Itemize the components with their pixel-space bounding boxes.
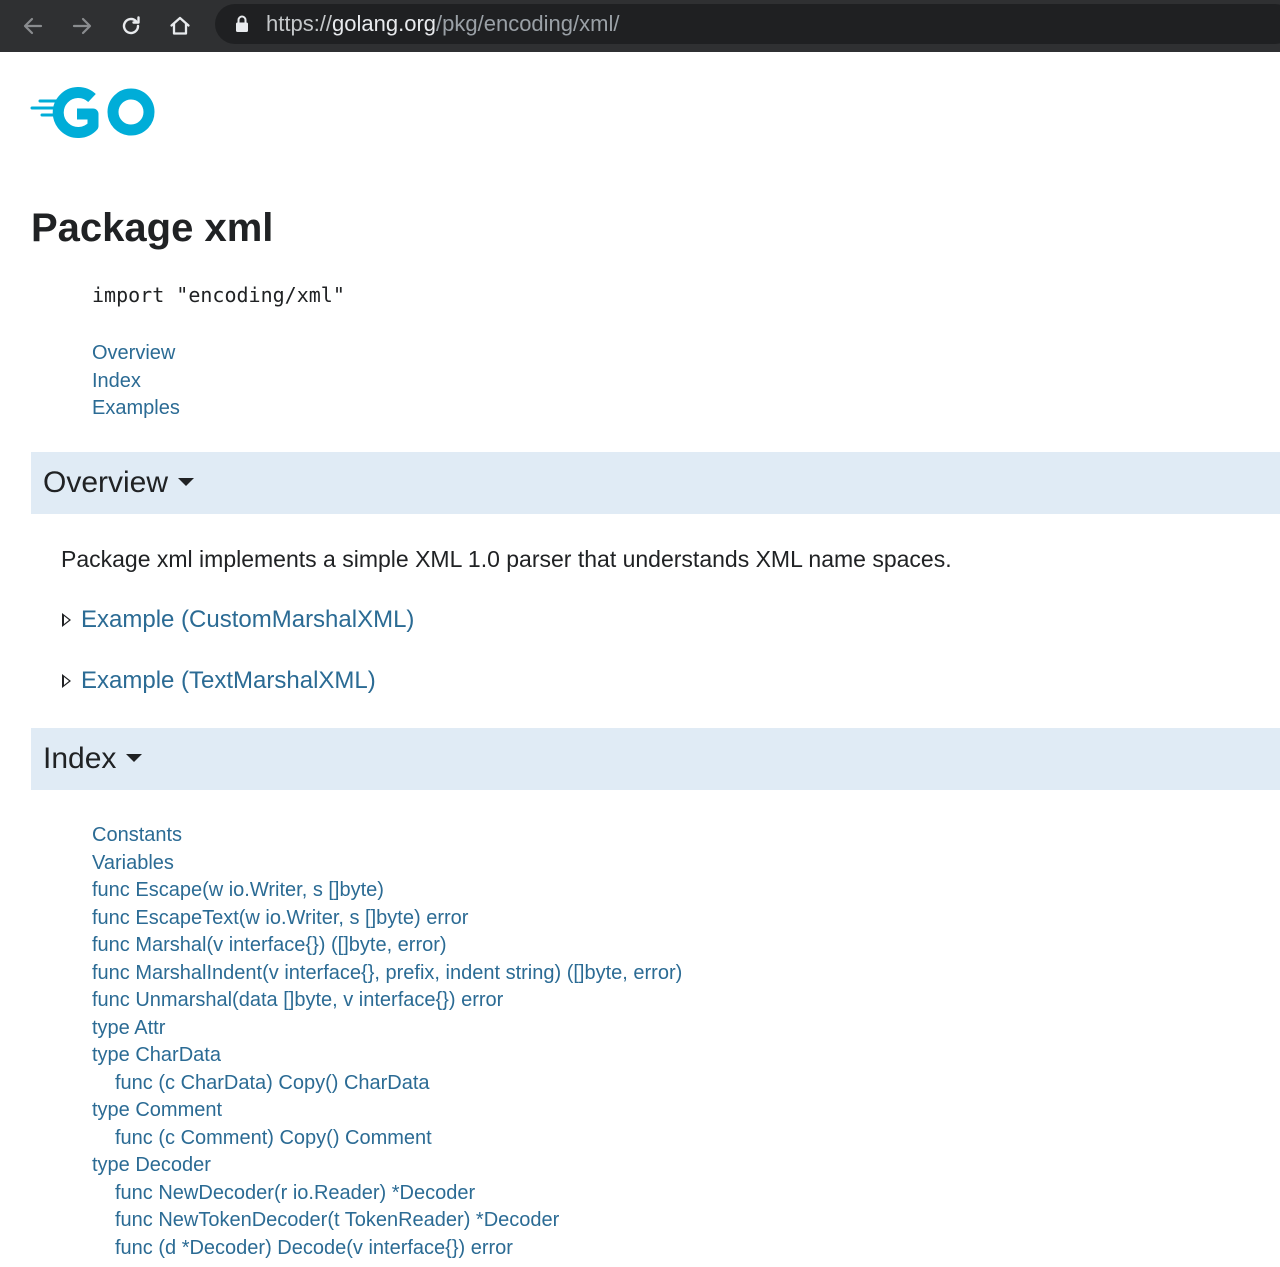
home-icon <box>170 16 190 35</box>
index-item[interactable]: func (c Comment) Copy() Comment <box>92 1125 682 1153</box>
arrow-right-icon <box>72 17 92 35</box>
lock-icon <box>236 15 248 32</box>
toc-examples-link[interactable]: Examples <box>92 395 180 423</box>
index-item[interactable]: type Comment <box>92 1097 682 1125</box>
page-title: Package xml <box>31 206 274 250</box>
toc-index-link[interactable]: Index <box>92 368 180 396</box>
index-item[interactable]: func (c CharData) Copy() CharData <box>92 1070 682 1098</box>
index-item[interactable]: func Unmarshal(data []byte, v interface{… <box>92 987 682 1015</box>
forward-button[interactable] <box>66 10 98 42</box>
example-toggle[interactable]: Example (CustomMarshalXML) <box>62 605 414 635</box>
go-logo[interactable] <box>30 84 158 145</box>
overview-heading-text: Overview <box>43 466 169 499</box>
index-item[interactable]: Variables <box>92 850 682 878</box>
url-path: /pkg/encoding/xml/ <box>436 11 620 36</box>
reload-icon <box>122 16 140 35</box>
index-item[interactable]: func MarshalIndent(v interface{}, prefix… <box>92 960 682 988</box>
index-item[interactable]: func NewTokenDecoder(t TokenReader) *Dec… <box>92 1207 682 1235</box>
back-button[interactable] <box>17 10 49 42</box>
example-textmarshalxml-link[interactable]: Example (TextMarshalXML) <box>81 666 376 696</box>
overview-heading: Overview <box>43 465 195 501</box>
caret-down-icon <box>178 478 195 487</box>
example-toggle[interactable]: Example (TextMarshalXML) <box>62 666 376 696</box>
url-host: golang.org <box>332 11 437 36</box>
index-item[interactable]: type CharData <box>92 1042 682 1070</box>
index-item[interactable]: type Attr <box>92 1015 682 1043</box>
import-statement: import "encoding/xml" <box>92 283 345 307</box>
index-list: Constants Variables func Escape(w io.Wri… <box>92 822 682 1262</box>
index-section-header[interactable]: Index <box>31 728 1280 790</box>
index-heading-text: Index <box>43 742 117 775</box>
overview-description: Package xml implements a simple XML 1.0 … <box>61 546 952 572</box>
index-heading: Index <box>43 741 143 777</box>
page-content: Package xml import "encoding/xml" Overvi… <box>0 52 1280 1267</box>
reload-button[interactable] <box>115 10 147 42</box>
url-text: https://golang.org/pkg/encoding/xml/ <box>266 12 619 36</box>
index-item[interactable]: type Decoder <box>92 1152 682 1180</box>
home-button[interactable] <box>164 10 196 42</box>
url-scheme: https:// <box>266 11 333 36</box>
example-custommarshalxml-link[interactable]: Example (CustomMarshalXML) <box>81 605 414 635</box>
browser-toolbar: https://golang.org/pkg/encoding/xml/ <box>0 0 1280 52</box>
index-item[interactable]: func EscapeText(w io.Writer, s []byte) e… <box>92 905 682 933</box>
caret-down-icon <box>126 754 143 763</box>
index-item[interactable]: func Escape(w io.Writer, s []byte) <box>92 877 682 905</box>
address-bar[interactable]: https://golang.org/pkg/encoding/xml/ <box>215 4 1280 44</box>
index-item[interactable]: func Marshal(v interface{}) ([]byte, err… <box>92 932 682 960</box>
index-item[interactable]: func (d *Decoder) Decode(v interface{}) … <box>92 1235 682 1263</box>
index-item[interactable]: Constants <box>92 822 682 850</box>
arrow-left-icon <box>23 17 43 35</box>
triangle-right-icon <box>62 674 72 688</box>
toc-overview-link[interactable]: Overview <box>92 340 180 368</box>
index-item[interactable]: func NewDecoder(r io.Reader) *Decoder <box>92 1180 682 1208</box>
triangle-right-icon <box>62 613 72 627</box>
table-of-contents: Overview Index Examples <box>92 340 180 423</box>
overview-section-header[interactable]: Overview <box>31 452 1280 514</box>
go-logo-icon <box>30 87 155 138</box>
